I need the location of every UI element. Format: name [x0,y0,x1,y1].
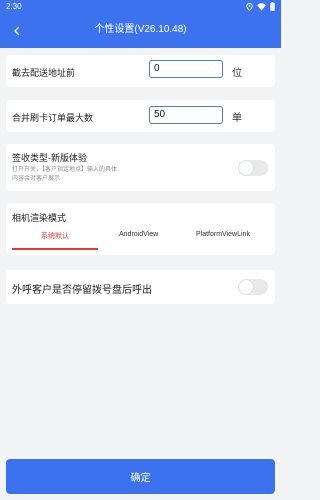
page-title: 个性设置(V26.10.48) [94,24,187,35]
confirm-button[interactable]: 确定 [6,459,275,494]
merge-max-card: 合并刷卡订单最大数 单 [6,100,275,132]
location-icon [246,2,253,13]
tab-android-view[interactable]: AndroidView [119,231,158,238]
switch-knob [239,280,253,294]
battery-icon [270,2,275,13]
active-tab-indicator [12,248,98,250]
cutoff-card: 截去配送地址前 位 [6,55,275,87]
cutoff-label: 截去配送地址前 [12,68,76,78]
wifi-icon [257,2,266,13]
switch-knob [239,161,253,175]
status-time: 2:30 [6,2,22,11]
tab-system-default[interactable]: 系统默认 [41,231,69,241]
cutoff-input[interactable] [149,60,223,78]
sign-type-desc-line2: 内容会对客户展示 [12,176,61,182]
camera-mode-card: 相机渲染模式 系统默认 AndroidView PlatformViewLink [6,203,275,255]
cutoff-unit: 位 [232,68,242,79]
callout-card: 外呼客户是否停留拨号盘后呼出 [6,270,275,304]
merge-max-input[interactable] [149,106,223,124]
sign-type-card: 签收类型-新版体验 打开开关，【客户指定地点】输入的具体 内容会对客户展示 [6,144,275,191]
merge-max-label: 合并刷卡订单最大数 [12,113,94,123]
app-bar: 个性设置(V26.10.48) [0,13,281,48]
sign-type-switch[interactable] [238,160,268,176]
sign-type-desc-line1: 打开开关，【客户指定地点】输入的具体 [12,167,118,173]
sign-type-desc: 打开开关，【客户指定地点】输入的具体 内容会对客户展示 [12,166,152,184]
callout-label: 外呼客户是否停留拨号盘后呼出 [12,285,152,296]
confirm-label: 确定 [130,473,151,484]
sign-type-title: 签收类型-新版体验 [12,153,87,163]
merge-max-unit: 单 [232,113,242,124]
tab-platform-view-link[interactable]: PlatformViewLink [196,231,250,238]
status-icons [246,2,275,13]
status-bar: 2:30 [0,0,281,13]
callout-switch[interactable] [238,279,268,295]
camera-mode-title: 相机渲染模式 [12,213,67,223]
